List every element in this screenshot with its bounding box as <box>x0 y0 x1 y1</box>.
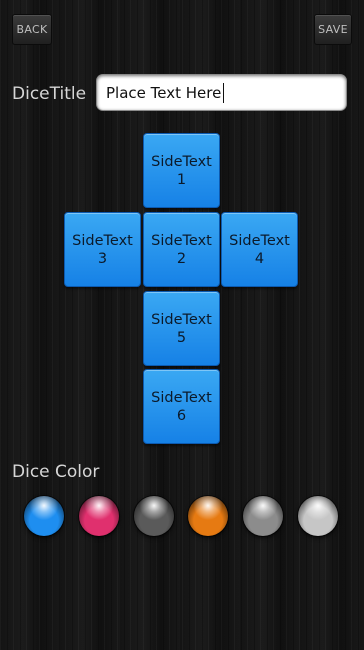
back-button[interactable]: BACK <box>12 14 52 45</box>
face-number: 2 <box>176 250 187 267</box>
dice-title-value: Place Text Here <box>106 83 222 102</box>
face-number: 6 <box>176 407 187 424</box>
dice-title-input[interactable]: Place Text Here <box>97 75 346 110</box>
face-label: SideText <box>151 153 212 170</box>
face-label: SideText <box>229 232 290 249</box>
face-number: 3 <box>97 250 108 267</box>
color-swatch-orange[interactable] <box>188 496 228 536</box>
dice-face-2[interactable]: SideText 2 <box>143 212 220 287</box>
face-number: 1 <box>176 171 187 188</box>
color-swatch-gray[interactable] <box>243 496 283 536</box>
dice-face-6[interactable]: SideText 6 <box>143 369 220 444</box>
dice-face-1[interactable]: SideText 1 <box>143 133 220 208</box>
dice-face-3[interactable]: SideText 3 <box>64 212 141 287</box>
dice-face-5[interactable]: SideText 5 <box>143 291 220 366</box>
face-number: 5 <box>176 329 187 346</box>
face-label: SideText <box>151 232 212 249</box>
face-label: SideText <box>72 232 133 249</box>
face-label: SideText <box>151 389 212 406</box>
dice-title-label: DiceTitle <box>12 84 87 104</box>
face-number: 4 <box>254 250 265 267</box>
save-button[interactable]: SAVE <box>314 14 352 45</box>
dice-face-4[interactable]: SideText 4 <box>221 212 298 287</box>
color-swatch-light-gray[interactable] <box>298 496 338 536</box>
text-cursor <box>223 82 225 103</box>
color-swatch-blue[interactable] <box>24 496 64 536</box>
face-label: SideText <box>151 311 212 328</box>
color-swatch-dark-gray[interactable] <box>134 496 174 536</box>
color-swatch-pink[interactable] <box>79 496 119 536</box>
dice-color-label: Dice Color <box>12 462 100 482</box>
